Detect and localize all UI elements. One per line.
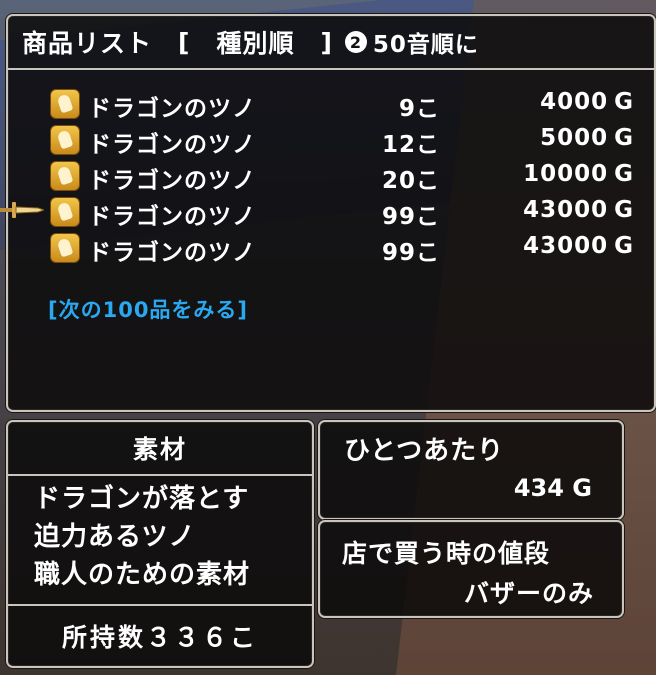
owned-count: 所持数３３６こ: [8, 604, 312, 666]
item-quantity: 99こ: [381, 204, 440, 230]
product-list-window: 商品リスト [ 種別順 ] 2 50音順に ドラゴンのツノ 9こ 4000 G ド…: [6, 14, 656, 412]
item-price-value: 43000: [523, 233, 609, 259]
item-price-unit: G: [614, 125, 634, 151]
material-info-window: 素材 ドラゴンが落とす 迫力あるツノ 職人のための素材 所持数３３６こ: [6, 420, 314, 668]
material-desc-line: 迫力あるツノ: [34, 522, 196, 552]
dragon-horn-icon: [50, 233, 80, 263]
dragon-horn-icon: [50, 161, 80, 191]
sword-cursor-icon: [0, 202, 44, 218]
item-price: 43000 G: [523, 197, 634, 223]
sort-current-label: 種別順: [216, 29, 295, 58]
item-price-value: 4000: [540, 89, 609, 115]
item-name: ドラゴンのツノ: [88, 240, 256, 266]
unit-price-label: ひとつあたり: [344, 436, 505, 466]
next-page-link[interactable]: [次の100品をみる]: [48, 294, 248, 324]
unit-price-number: 434: [513, 474, 564, 502]
button-2-icon[interactable]: 2: [344, 31, 367, 53]
unit-price-window: ひとつあたり 434 G: [318, 420, 624, 520]
sort-bracket-close: ]: [320, 27, 333, 57]
list-item[interactable]: ドラゴンのツノ 20こ 10000 G: [8, 158, 654, 194]
list-item[interactable]: ドラゴンのツノ 99こ 43000 G: [8, 230, 654, 266]
item-price-unit: G: [614, 197, 634, 223]
item-name: ドラゴンのツノ: [88, 132, 256, 158]
item-name: ドラゴンのツノ: [88, 168, 256, 194]
sort-bracket-open: [: [178, 27, 191, 57]
item-price-unit: G: [614, 233, 634, 259]
list-item[interactable]: ドラゴンのツノ 9こ 4000 G: [8, 86, 654, 122]
item-quantity: 20こ: [381, 168, 440, 194]
store-price-label: 店で買う時の値段: [342, 539, 551, 568]
store-price-window: 店で買う時の値段 バザーのみ: [318, 520, 624, 618]
item-quantity: 9こ: [398, 96, 440, 122]
item-price-value: 5000: [540, 125, 609, 151]
unit-price-value: 434 G: [514, 474, 592, 502]
sort-toggle-label[interactable]: 50音順に: [373, 25, 479, 59]
material-description: ドラゴンが落とす 迫力あるツノ 職人のための素材: [34, 480, 250, 594]
material-title: 素材: [8, 422, 312, 476]
dragon-horn-icon: [50, 197, 80, 227]
store-price-value: バザーのみ: [463, 579, 594, 608]
list-title: 商品リスト: [22, 29, 153, 58]
list-item[interactable]: ドラゴンのツノ 12こ 5000 G: [8, 122, 654, 158]
item-quantity: 12こ: [381, 132, 440, 158]
item-price: 5000 G: [540, 125, 634, 151]
item-price-unit: G: [614, 89, 634, 115]
list-header: 商品リスト [ 種別順 ] 2 50音順に: [8, 16, 654, 70]
material-desc-line: ドラゴンが落とす: [34, 484, 250, 514]
material-desc-line: 職人のための素材: [34, 560, 251, 590]
item-price-unit: G: [614, 161, 634, 187]
item-name: ドラゴンのツノ: [88, 204, 256, 230]
item-price: 43000 G: [523, 233, 634, 259]
item-name: ドラゴンのツノ: [88, 96, 256, 122]
unit-price-currency: G: [572, 474, 592, 502]
item-price: 10000 G: [523, 161, 634, 187]
item-quantity: 99こ: [381, 240, 440, 266]
dragon-horn-icon: [50, 125, 80, 155]
item-price: 4000 G: [540, 89, 634, 115]
dragon-horn-icon: [50, 89, 80, 119]
item-price-value: 43000: [523, 197, 609, 223]
item-price-value: 10000: [523, 161, 609, 187]
list-item-selected[interactable]: ドラゴンのツノ 99こ 43000 G: [8, 194, 654, 230]
